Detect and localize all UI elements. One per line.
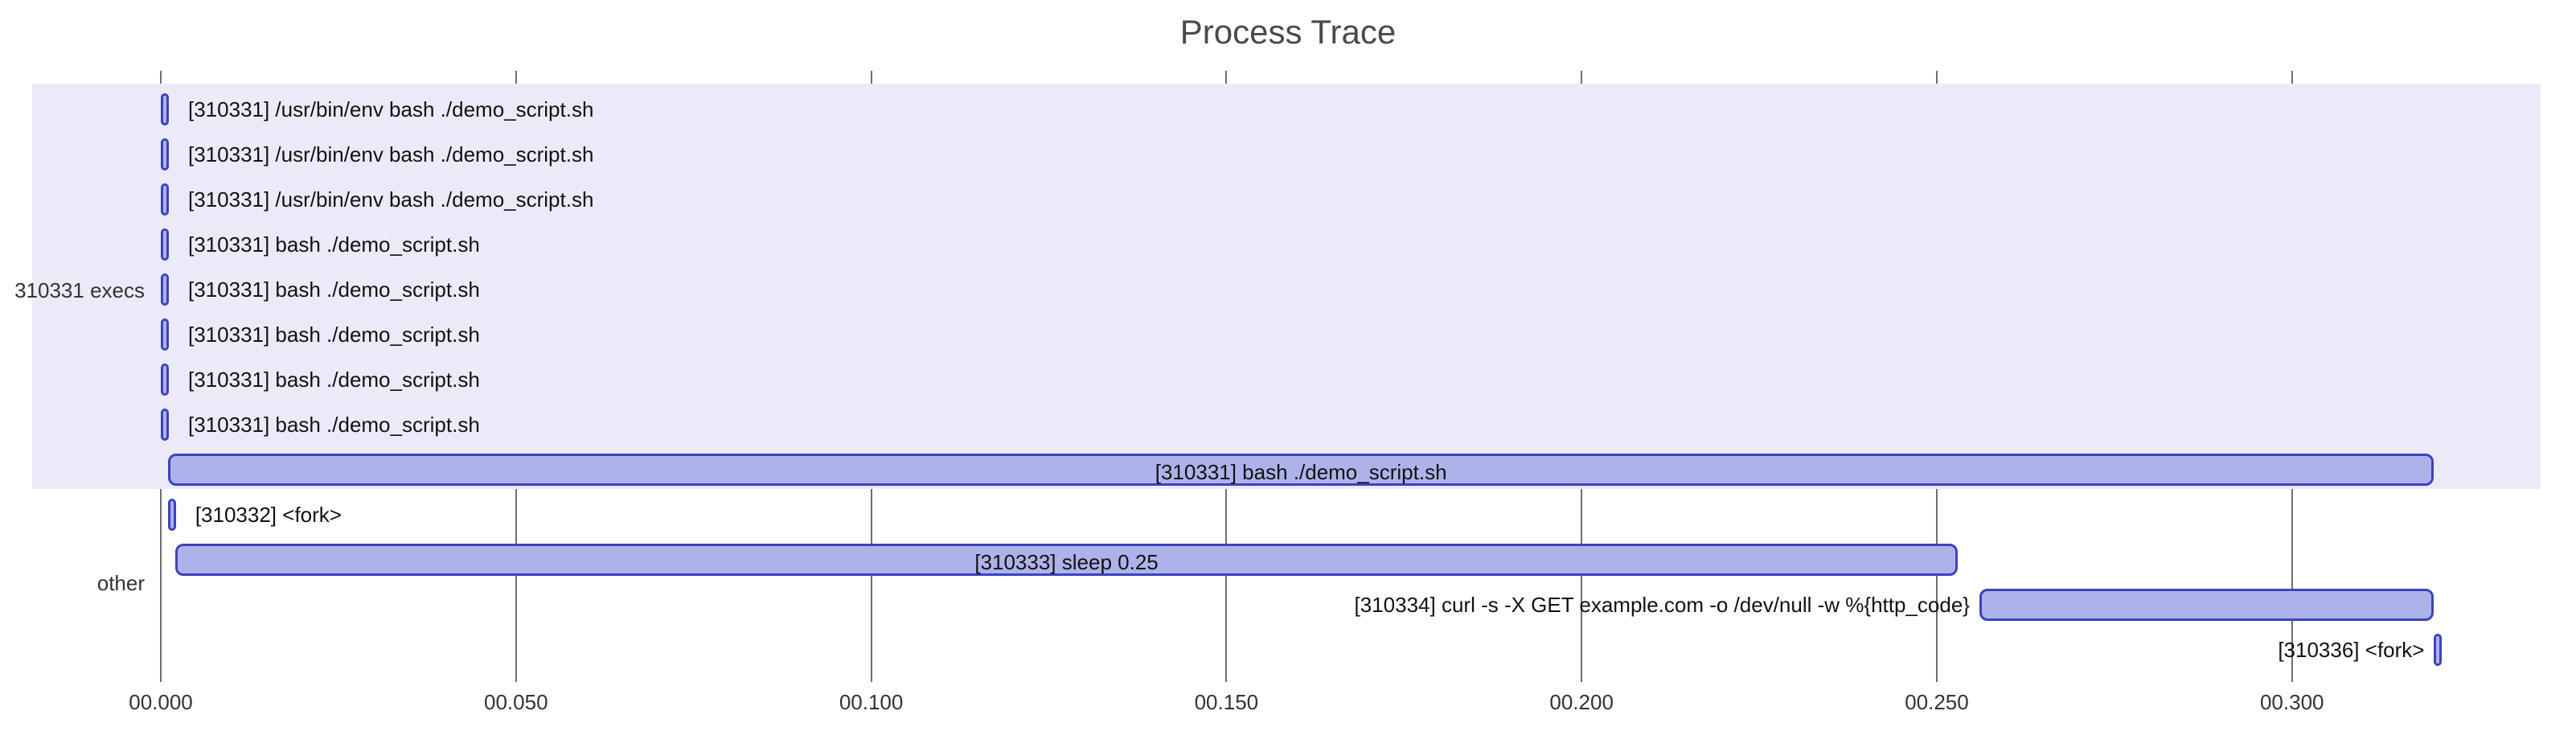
trace-span[interactable] bbox=[161, 318, 169, 351]
trace-span-label: [310332] <fork> bbox=[186, 499, 342, 531]
trace-span[interactable] bbox=[161, 409, 169, 441]
chart-title: Process Trace bbox=[0, 13, 2576, 51]
trace-span-label: [310331] bash ./demo_script.sh bbox=[178, 318, 480, 351]
trace-span-label: [310331] bash ./demo_script.sh bbox=[178, 273, 480, 306]
trace-span[interactable]: [310333] sleep 0.25 bbox=[175, 544, 1959, 576]
x-tick-label: 00.100 bbox=[839, 682, 904, 715]
trace-span[interactable] bbox=[1979, 589, 2434, 621]
trace-span[interactable] bbox=[161, 273, 169, 306]
trace-span-label: [310331] bash ./demo_script.sh bbox=[170, 456, 2432, 488]
trace-span[interactable] bbox=[161, 138, 169, 171]
lane-label: other bbox=[8, 571, 145, 596]
trace-span-label: [310331] bash ./demo_script.sh bbox=[178, 409, 480, 441]
x-tick-label: 00.000 bbox=[129, 682, 193, 715]
lane-label: 310331 execs bbox=[8, 278, 145, 303]
plot-area: 00.00000.05000.10000.15000.20000.25000.3… bbox=[161, 71, 2541, 682]
process-trace-chart: Process Trace 00.00000.05000.10000.15000… bbox=[0, 0, 2576, 756]
trace-span-label: [310331] bash ./demo_script.sh bbox=[178, 364, 480, 396]
trace-span-label: [310331] /usr/bin/env bash ./demo_script… bbox=[178, 183, 593, 216]
x-tick-label: 00.150 bbox=[1195, 682, 1259, 715]
trace-span[interactable] bbox=[161, 228, 169, 261]
trace-span-label: [310331] /usr/bin/env bash ./demo_script… bbox=[178, 93, 593, 125]
trace-span-label: [310331] bash ./demo_script.sh bbox=[178, 228, 480, 261]
trace-span[interactable] bbox=[168, 499, 176, 531]
trace-span-label: [310336] <fork> bbox=[2278, 634, 2434, 666]
x-tick-label: 00.200 bbox=[1549, 682, 1614, 715]
trace-span-label: [310333] sleep 0.25 bbox=[178, 546, 1956, 578]
x-tick-label: 00.250 bbox=[1905, 682, 1969, 715]
trace-span[interactable] bbox=[161, 93, 169, 125]
x-tick-label: 00.300 bbox=[2260, 682, 2324, 715]
trace-span-label: [310334] curl -s -X GET example.com -o /… bbox=[1355, 589, 1979, 621]
x-tick-label: 00.050 bbox=[484, 682, 548, 715]
trace-span[interactable]: [310331] bash ./demo_script.sh bbox=[168, 454, 2434, 486]
trace-span[interactable] bbox=[161, 364, 169, 396]
trace-span[interactable] bbox=[161, 183, 169, 216]
trace-span-label: [310331] /usr/bin/env bash ./demo_script… bbox=[178, 138, 593, 171]
trace-span[interactable] bbox=[2434, 634, 2442, 666]
